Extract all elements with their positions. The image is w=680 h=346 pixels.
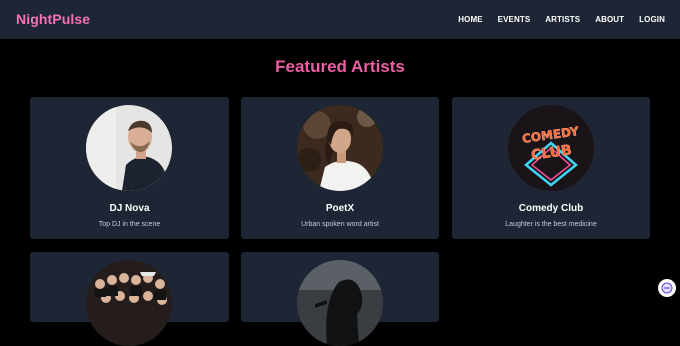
nav-login[interactable]: LOGIN bbox=[639, 15, 665, 24]
artist-name: PoetX bbox=[325, 203, 355, 214]
artist-name: DJ Nova bbox=[109, 203, 150, 214]
artist-photo bbox=[297, 260, 383, 346]
artist-description: Urban spoken word artist bbox=[301, 221, 379, 228]
artist-card-dj-nova[interactable]: DJ Nova Top DJ in the scene bbox=[30, 97, 229, 239]
artist-card-singer[interactable] bbox=[241, 252, 439, 346]
nav-artists[interactable]: ARTISTS bbox=[545, 15, 580, 24]
nav-about[interactable]: ABOUT bbox=[595, 15, 624, 24]
artist-photo: COMEDY CLUB bbox=[508, 105, 594, 191]
top-navbar: NightPulse HOME EVENTS ARTISTS ABOUT LOG… bbox=[0, 0, 680, 39]
artist-description: Laughter is the best medicine bbox=[505, 221, 597, 228]
main-nav: HOME EVENTS ARTISTS ABOUT LOGIN bbox=[458, 15, 665, 24]
artist-card-band[interactable] bbox=[30, 252, 229, 346]
section-title: Featured Artists bbox=[275, 57, 405, 76]
brand-logo[interactable]: NightPulse bbox=[16, 11, 90, 27]
artist-description: Top DJ in the scene bbox=[98, 221, 161, 228]
artist-name: Comedy Club bbox=[518, 203, 584, 214]
nav-home[interactable]: HOME bbox=[458, 15, 482, 24]
artist-photo bbox=[297, 105, 383, 191]
chat-bubble-icon bbox=[661, 282, 673, 294]
chat-widget-button[interactable] bbox=[658, 279, 676, 297]
nav-events[interactable]: EVENTS bbox=[498, 15, 531, 24]
artist-card-comedy-club[interactable]: COMEDY CLUB Comedy Club Laughter is the … bbox=[452, 97, 650, 239]
artist-card-poetx[interactable]: PoetX Urban spoken word artist bbox=[241, 97, 439, 239]
artist-photo bbox=[86, 105, 172, 191]
artist-photo bbox=[86, 260, 172, 346]
